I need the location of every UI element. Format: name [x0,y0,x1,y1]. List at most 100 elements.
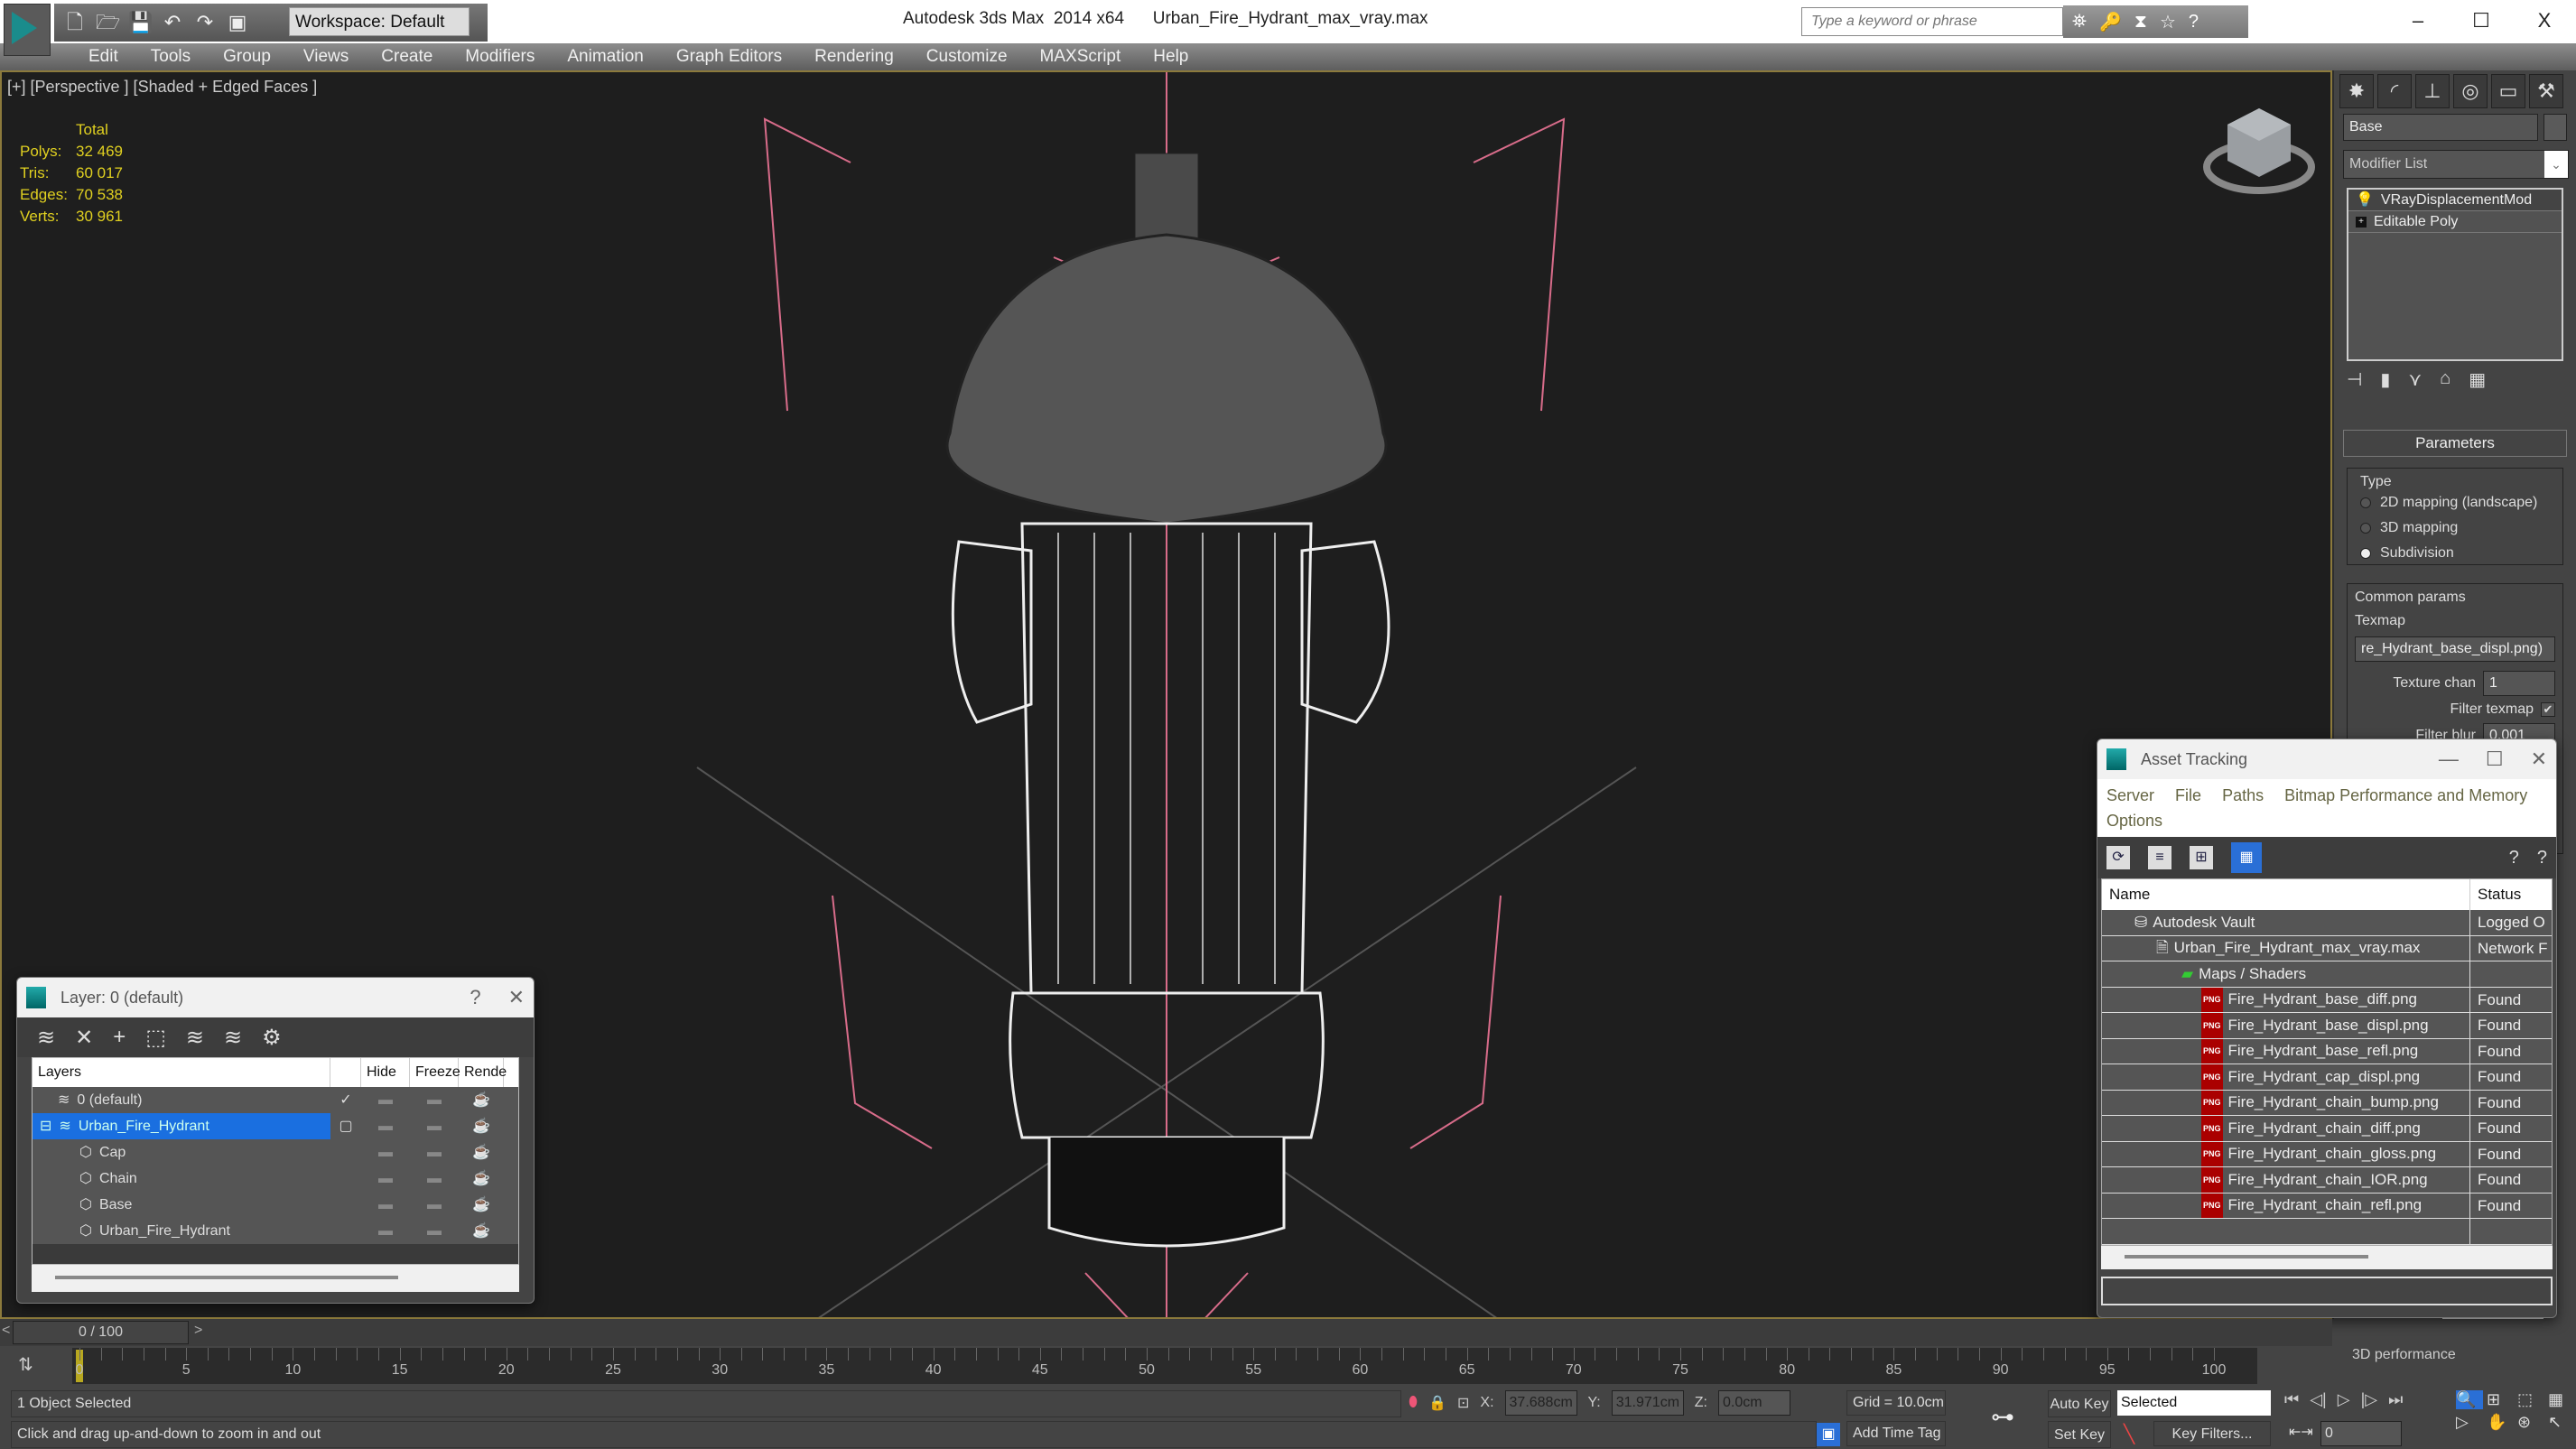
menu-bitmap-performance[interactable]: Bitmap Performance and Memory [2284,786,2527,804]
add-time-tag-button[interactable]: Add Time Tag [1846,1421,1946,1446]
column-freeze[interactable]: Freeze [410,1058,460,1087]
add-to-layer-icon[interactable]: + [113,1025,126,1050]
pin-stack-icon[interactable]: ⊣ [2347,368,2362,391]
isolate-selection-icon[interactable]: ⬮ [1409,1395,1418,1411]
prev-frame-arrow-icon[interactable]: < [2,1323,10,1339]
workspace-dropdown[interactable]: Workspace: Default [289,7,470,36]
collapse-icon[interactable]: ⊟ [40,1113,51,1139]
menu-help[interactable]: Help [1137,43,1204,70]
zoom-icon[interactable]: 🔍 [2456,1390,2483,1409]
set-current-layer-icon[interactable]: ≋ [224,1025,242,1051]
object-color-swatch[interactable] [2543,114,2567,141]
binoculars-icon[interactable]: ⛯ [2072,12,2087,33]
asset-row[interactable]: PNG Fire_Hydrant_base_refl.png Found [2102,1038,2552,1064]
display-tab-icon[interactable]: ▭ [2491,74,2525,108]
object-row[interactable]: ⬡ Urban_Fire_Hydrant ▬ ▬ ☕ [33,1218,518,1244]
asset-row[interactable]: PNG Fire_Hydrant_chain_diff.png Found [2102,1116,2552,1142]
asset-row[interactable]: PNG Fire_Hydrant_chain_refl.png Found [2102,1193,2552,1219]
freeze-toggle[interactable]: ▬ [410,1192,459,1218]
layer-window-titlebar[interactable]: Layer: 0 (default) ? ✕ [17,978,534,1017]
freeze-toggle[interactable]: ▬ [410,1166,459,1192]
redo-icon[interactable]: ↷ [193,11,217,34]
scrollbar-thumb[interactable] [55,1276,398,1279]
favorites-icon[interactable]: ☆ [2160,11,2176,33]
menu-group[interactable]: Group [207,43,287,70]
open-file-icon[interactable]: 🗁 [96,11,120,34]
pan-view-icon[interactable]: ✋ [2487,1413,2514,1432]
asset-row[interactable]: PNG Fire_Hydrant_chain_IOR.png Found [2102,1167,2552,1194]
column-status[interactable]: Status [2470,879,2521,910]
hide-toggle[interactable]: ▬ [361,1192,410,1218]
field-of-view-icon[interactable]: ▷ [2456,1413,2483,1432]
asset-row[interactable]: ⛁ Autodesk Vault Logged O [2102,910,2552,936]
new-file-icon[interactable]: 🗋 [63,11,87,34]
stack-item-vraydisplacement[interactable]: 💡 VRayDisplacementMod [2348,190,2562,211]
asset-row[interactable]: PNG Fire_Hydrant_base_displ.png Found [2102,1013,2552,1039]
freeze-toggle[interactable]: ▬ [410,1113,459,1139]
help-icon[interactable]: ? [2537,848,2547,868]
zoom-extents-icon[interactable]: ⬚ [2517,1390,2544,1409]
hide-toggle[interactable]: ▬ [361,1139,410,1166]
column-render[interactable]: Rende [459,1058,507,1087]
show-end-result-icon[interactable]: ▮ [2380,368,2390,391]
set-key-button[interactable]: Set Key [2048,1421,2111,1448]
radio-2d-mapping[interactable]: 2D mapping (landscape) [2360,490,2550,516]
asset-row[interactable]: PNG Fire_Hydrant_chain_gloss.png Found [2102,1141,2552,1167]
radio-subdivision[interactable]: Subdivision [2360,541,2550,566]
set-key-mode-icon[interactable]: ⊶ [1991,1403,2014,1431]
menu-edit[interactable]: Edit [72,43,135,70]
render-teapot-icon[interactable]: ☕ [459,1166,504,1192]
parameters-rollout-header[interactable]: Parameters [2343,430,2567,457]
subscription-icon[interactable]: 🔑 [2099,11,2122,33]
select-objects-icon[interactable]: ⬚ [145,1025,166,1051]
track[interactable]: 0 5 10 15 20 25 30 35 40 45 50 55 60 65 70 75 80 85 90 95 10… [72,1348,2257,1384]
menu-rendering[interactable]: Rendering [798,43,910,70]
radio-3d-mapping[interactable]: 3D mapping [2360,516,2550,541]
column-layers[interactable]: Layers [33,1058,330,1087]
object-row[interactable]: ⬡ Cap ▬ ▬ ☕ [33,1139,518,1166]
viewport-label[interactable]: [+] [Perspective ] [Shaded + Edged Faces… [7,78,317,97]
key-mode-dropdown[interactable]: Selected [2117,1390,2271,1416]
save-icon[interactable]: 💾 [128,11,153,34]
zoom-extents-all-icon[interactable]: ▦ [2548,1390,2575,1409]
current-layer-check-icon[interactable]: ✓ [330,1087,361,1113]
absolute-mode-icon[interactable]: ⊡ [1457,1394,1469,1412]
render-teapot-icon[interactable]: ☕ [459,1139,504,1166]
communication-icon[interactable]: ⧗ [2134,12,2147,33]
expand-icon[interactable]: + [2356,216,2367,228]
configure-modifier-sets-icon[interactable]: ▦ [2469,368,2486,391]
horizontal-scrollbar[interactable] [2101,1245,2553,1269]
render-teapot-icon[interactable]: ☕ [459,1087,504,1113]
render-teapot-icon[interactable]: ☕ [459,1113,504,1139]
time-slider-thumb[interactable]: 0 / 100 [13,1321,189,1344]
table-view-icon[interactable]: ▦ [2231,842,2262,873]
filter-texmap-checkbox[interactable]: ✔ [2541,702,2555,717]
go-to-start-icon[interactable]: ⏮ [2284,1390,2299,1409]
asset-row[interactable]: PNG Fire_Hydrant_cap_displ.png Found [2102,1064,2552,1091]
key-mode-toggle-icon[interactable]: ⇤⇥ [2289,1423,2313,1441]
minimize-button[interactable]: – [2386,0,2450,42]
maximize-viewport-icon[interactable]: ↖ [2548,1413,2575,1432]
create-tab-icon[interactable]: ✸ [2339,74,2374,108]
maximize-button[interactable]: ☐ [2486,739,2504,779]
time-slider[interactable]: < 0 / 100 > [0,1319,2332,1346]
key-filters-button[interactable]: Key Filters... [2153,1421,2271,1446]
texmap-button[interactable]: re_Hydrant_base_displ.png) [2355,636,2555,662]
go-to-end-icon[interactable]: ⏭ [2388,1390,2403,1409]
menu-animation[interactable]: Animation [551,43,660,70]
layer-properties-icon[interactable]: ⚙ [262,1025,282,1051]
scrollbar-thumb[interactable] [2125,1254,2368,1259]
viewcube-icon[interactable] [2196,99,2322,199]
menu-maxscript[interactable]: MAXScript [1024,43,1138,70]
vault-help-icon[interactable]: ? [2509,848,2519,868]
zoom-all-icon[interactable]: ⊞ [2487,1390,2514,1409]
app-menu-button[interactable] [4,4,51,56]
auto-key-button[interactable]: Auto Key [2048,1390,2111,1417]
close-button[interactable]: ✕ [508,978,525,1017]
hide-toggle[interactable]: ▬ [361,1218,410,1244]
texture-chan-spinner[interactable]: 1 [2483,671,2555,696]
modify-tab-icon[interactable]: ◜ [2377,74,2412,108]
object-row[interactable]: ⬡ Base ▬ ▬ ☕ [33,1192,518,1218]
utilities-tab-icon[interactable]: ⚒ [2529,74,2563,108]
asset-row[interactable]: ▰ Maps / Shaders [2102,961,2552,988]
